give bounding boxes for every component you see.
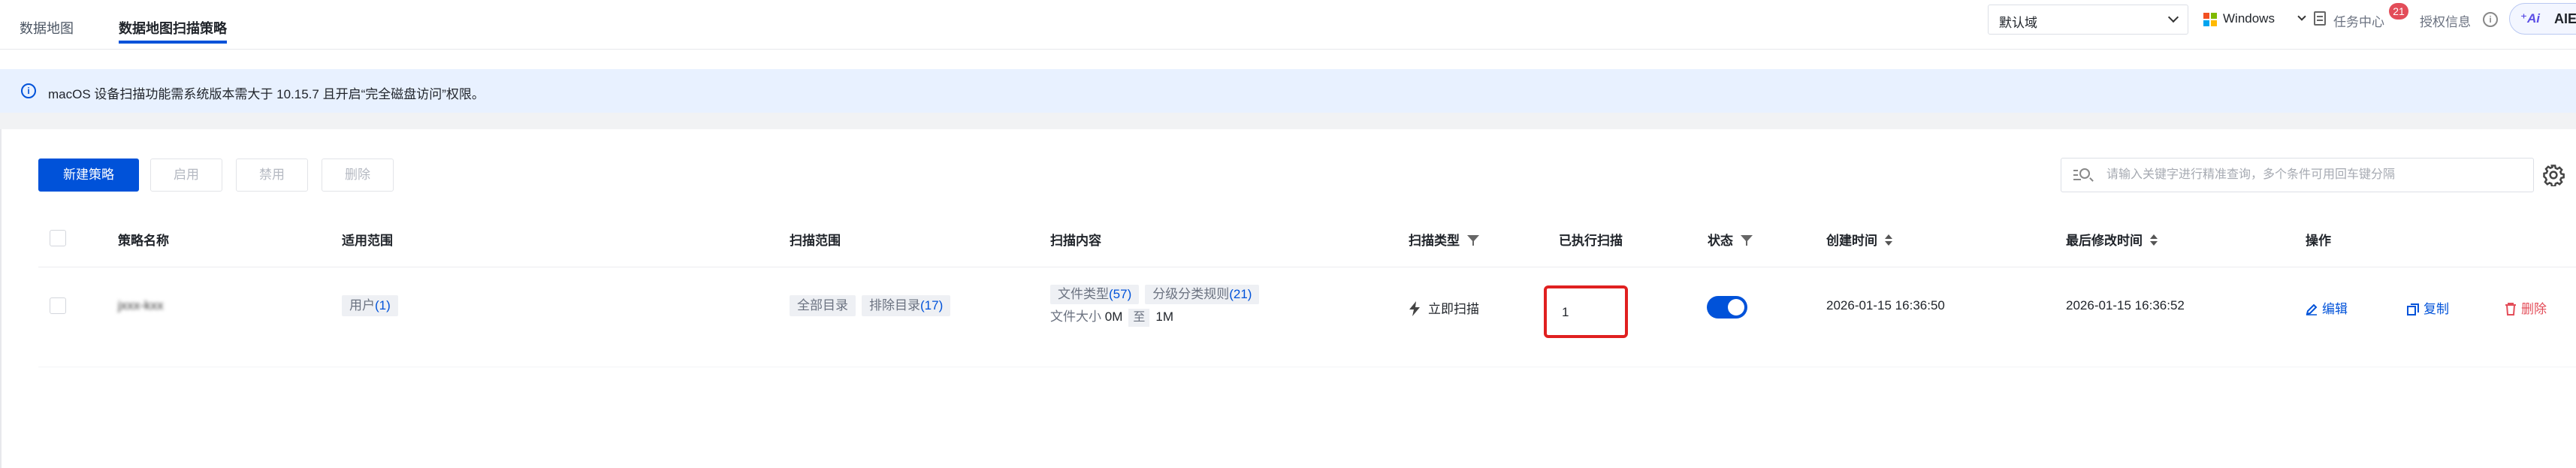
trash-icon xyxy=(2505,303,2516,316)
edit-icon xyxy=(2306,303,2318,316)
enable-button[interactable]: 启用 xyxy=(150,159,222,192)
search-box[interactable] xyxy=(2061,158,2534,192)
scope-tag[interactable]: 用户(1) xyxy=(342,295,398,316)
filter-icon[interactable] xyxy=(1467,235,1479,246)
range-exclude-label: 排除目录 xyxy=(869,298,920,313)
range-exclude-tag[interactable]: 排除目录(17) xyxy=(862,295,951,316)
ai-assistant-button[interactable]: ⁺Ai AIE xyxy=(2509,3,2576,35)
select-all-checkbox[interactable] xyxy=(50,230,66,246)
scan-type-value: 立即扫描 xyxy=(1428,302,1479,316)
lightning-icon xyxy=(1409,301,1420,316)
search-input[interactable] xyxy=(2106,166,2520,184)
modified-time: 2026-01-15 16:36:52 xyxy=(2066,298,2185,313)
delete-row-button[interactable]: 删除 xyxy=(2505,298,2547,317)
edit-label: 编辑 xyxy=(2322,302,2348,316)
executed-count-highlight: 1 xyxy=(1544,285,1628,338)
scan-type-cell: 立即扫描 xyxy=(1409,298,1479,317)
alert-message: macOS 设备扫描功能需系统版本需大于 10.15.7 且开启“完全磁盘访问”… xyxy=(48,87,485,101)
windows-logo-icon xyxy=(2203,13,2217,26)
auth-info-label: 授权信息 xyxy=(2420,15,2471,29)
col-header-created: 创建时间 xyxy=(1826,230,1892,249)
col-header-scan-range: 扫描范围 xyxy=(790,234,841,248)
range-exclude-count: (17) xyxy=(920,298,944,313)
scope-tag-label: 用户 xyxy=(349,298,375,313)
copy-label: 复制 xyxy=(2423,302,2449,316)
col-header-modified: 最后修改时间 xyxy=(2066,230,2158,249)
tab-data-map[interactable]: 数据地图 xyxy=(20,18,74,38)
document-icon xyxy=(2314,11,2326,26)
ai-sparkle-icon: ⁺Ai xyxy=(2520,11,2540,26)
col-header-executed: 已执行扫描 xyxy=(1559,234,1623,248)
task-count-badge: 21 xyxy=(2389,3,2408,20)
col-header-scope: 适用范围 xyxy=(342,234,393,248)
file-size-label: 文件大小 xyxy=(1050,309,1101,324)
col-header-scan-content: 扫描内容 xyxy=(1050,234,1101,248)
scan-range-cell: 全部目录 排除目录(17) xyxy=(790,295,956,316)
gear-icon[interactable] xyxy=(2542,164,2565,186)
file-size-min: 0M xyxy=(1104,309,1123,324)
scope-tag-count: (1) xyxy=(375,298,391,313)
info-icon: i xyxy=(2483,12,2498,27)
task-center-label: 任务中心 xyxy=(2333,15,2384,29)
classification-rules-tag[interactable]: 分级分类规则(21) xyxy=(1145,285,1260,304)
disable-button[interactable]: 禁用 xyxy=(236,159,308,192)
os-select-value: Windows xyxy=(2223,11,2275,26)
section-divider xyxy=(0,113,2576,129)
created-time: 2026-01-15 16:36:50 xyxy=(1826,298,1945,313)
col-header-name: 策略名称 xyxy=(118,234,169,248)
info-icon: i xyxy=(21,83,36,98)
status-toggle[interactable] xyxy=(1707,296,1747,319)
file-type-count: (57) xyxy=(1109,287,1132,301)
classification-rules-count: (21) xyxy=(1229,287,1252,301)
delete-button[interactable]: 删除 xyxy=(322,159,394,192)
file-size-to: 至 xyxy=(1128,309,1150,327)
scope-cell: 用户(1) xyxy=(342,295,404,316)
top-bar: 数据地图 数据地图扫描策略 默认域 Windows 任务中心 21 授权信息 i… xyxy=(0,0,2576,50)
file-size-range: 文件大小 0M 至 1M xyxy=(1050,306,1265,327)
sort-icon[interactable] xyxy=(2150,234,2158,246)
file-size-max: 1M xyxy=(1155,309,1173,324)
delete-row-label: 删除 xyxy=(2521,302,2547,316)
col-header-status: 状态 xyxy=(1708,230,1753,249)
copy-button[interactable]: 复制 xyxy=(2407,298,2449,317)
file-type-label: 文件类型 xyxy=(1058,287,1109,301)
domain-select-value: 默认域 xyxy=(1999,16,2037,30)
col-header-scan-type-label: 扫描类型 xyxy=(1409,234,1460,248)
sort-icon[interactable] xyxy=(1885,234,1892,246)
classification-rules-label: 分级分类规则 xyxy=(1152,287,1230,301)
range-all-tag: 全部目录 xyxy=(790,295,856,316)
ai-assistant-label: AIE xyxy=(2554,11,2576,26)
search-icon xyxy=(2073,167,2091,183)
tab-scan-policy[interactable]: 数据地图扫描策略 xyxy=(119,18,227,44)
info-alert: i macOS 设备扫描功能需系统版本需大于 10.15.7 且开启“完全磁盘访… xyxy=(0,69,2576,113)
new-policy-button[interactable]: 新建策略 xyxy=(38,159,139,192)
copy-icon xyxy=(2407,303,2419,316)
scan-content-cell: 文件类型(57) 分级分类规则(21) 文件大小 0M 至 1M xyxy=(1050,285,1265,327)
domain-select[interactable]: 默认域 xyxy=(1988,5,2188,35)
col-header-created-label: 创建时间 xyxy=(1826,234,1877,248)
file-type-tag[interactable]: 文件类型(57) xyxy=(1050,285,1140,304)
filter-icon[interactable] xyxy=(1741,235,1753,246)
col-header-scan-type: 扫描类型 xyxy=(1409,230,1479,249)
col-header-status-label: 状态 xyxy=(1708,234,1733,248)
chevron-down-icon xyxy=(2297,12,2306,21)
col-header-modified-label: 最后修改时间 xyxy=(2066,234,2143,248)
row-checkbox[interactable] xyxy=(50,297,66,314)
panel-border xyxy=(0,129,2,468)
chevron-down-icon xyxy=(2167,11,2179,23)
executed-count[interactable]: 1 xyxy=(1562,305,1569,320)
col-header-ops: 操作 xyxy=(2306,234,2331,248)
policy-name: jxxx-kxx xyxy=(118,298,164,313)
edit-button[interactable]: 编辑 xyxy=(2306,298,2348,317)
